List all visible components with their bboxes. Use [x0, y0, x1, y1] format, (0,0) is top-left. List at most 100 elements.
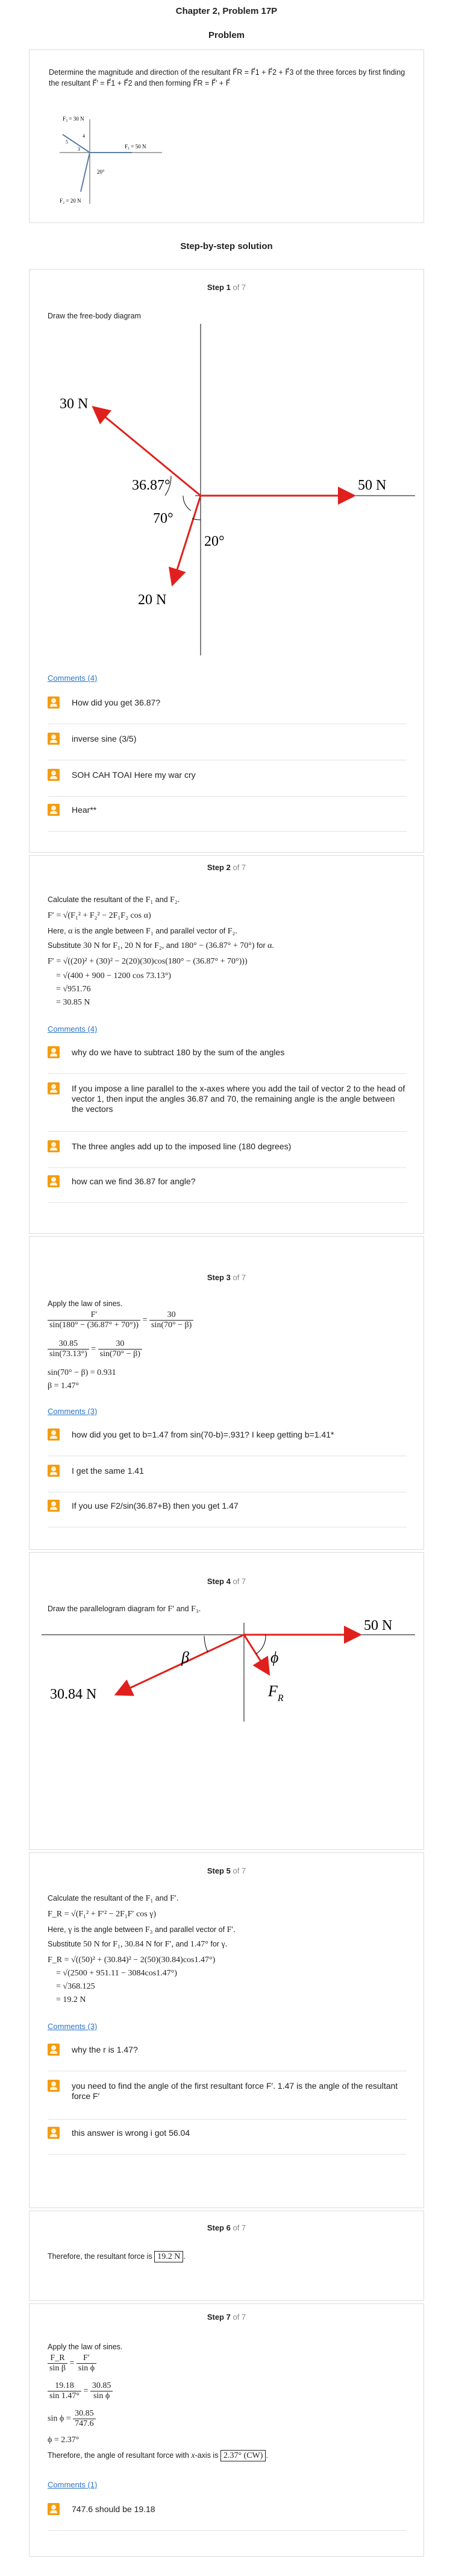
fbd-label-30n: 30 N — [60, 396, 88, 412]
avatar[interactable] — [48, 2044, 60, 2056]
comment: this answer is wrong i got 56.04 — [48, 2127, 407, 2155]
step-5-line-3: Substitute 50 N for F₁, 30.84 N for F′, … — [48, 1940, 227, 1949]
math: 180° − (36.87° + 70°) — [181, 941, 255, 950]
avatar[interactable] — [48, 2503, 60, 2515]
frac-den: sin(73.13°) — [49, 1350, 87, 1359]
step-4-header: Step 4 of 7 — [30, 1577, 423, 1586]
frac-num: 30.85 — [48, 1339, 89, 1350]
step-5-header: Step 5 of 7 — [30, 1866, 423, 1875]
math: 1.47° — [190, 1940, 208, 1949]
comment-text: Hear** — [72, 805, 97, 815]
step-2-eq-4: = √951.76 — [56, 985, 91, 994]
equals: = — [142, 1315, 148, 1325]
step-7-header: Step 7 of 7 — [30, 2312, 423, 2322]
math: F₂, — [154, 941, 164, 950]
math: F₂. — [170, 895, 180, 904]
step-4-card: Step 4 of 7 Draw the parallelogram diagr… — [29, 1552, 424, 1850]
fig-label-4: 4 — [83, 133, 85, 139]
avatar[interactable] — [48, 2127, 60, 2139]
text: Substitute — [48, 941, 81, 950]
math: F′, — [164, 1940, 173, 1949]
page-title: Chapter 2, Problem 17P — [175, 6, 278, 16]
avatar[interactable] — [48, 769, 60, 781]
step-1-card: Step 1 of 7 Draw the free-body diagram 3… — [29, 269, 424, 853]
comment-text: why the r is 1.47? — [72, 2045, 138, 2054]
text: Here, — [48, 1925, 66, 1934]
comment: how did you get to b=1.47 from sin(70-b)… — [48, 1428, 407, 1456]
answer-box: 19.2 N — [154, 2251, 184, 2262]
step-5-eq-4: = √368.125 — [56, 1982, 95, 1991]
step-5-card: Step 5 of 7 Calculate the resultant of t… — [29, 1852, 424, 2208]
comment: How did you get 36.87? — [48, 696, 407, 724]
frac-num: 30.85 — [73, 2409, 96, 2419]
math: F₃. — [191, 1605, 201, 1614]
step-2-comments-link[interactable]: Comments (4) — [48, 1024, 97, 1034]
step-5-line-1: Calculate the resultant of the F₁ and F′… — [48, 1894, 178, 1904]
fig-label-f1: F₁ = 50 N — [125, 144, 146, 150]
avatar[interactable] — [48, 696, 60, 709]
para-label-50n: 50 N — [364, 1619, 392, 1634]
frac-den: sin(70° − β) — [151, 1321, 192, 1330]
para-label-beta: β — [181, 1649, 189, 1666]
fig-label-5: 5 — [66, 139, 68, 145]
para-label-phi: ϕ — [270, 1649, 278, 1666]
frac-num: 30.85 — [90, 2381, 113, 2391]
step-3-eq-1: F′ sin(180° − (36.87° + 70°)) = 30 sin(70°… — [48, 1310, 194, 1330]
step-label: Step 5 — [207, 1866, 231, 1875]
math: F₃ — [145, 1925, 153, 1934]
comment-text: How did you get 36.87? — [72, 698, 161, 707]
comment: I get the same 1.41 — [48, 1465, 407, 1492]
comment: how can we find 36.87 for angle? — [48, 1175, 407, 1203]
avatar[interactable] — [48, 2080, 60, 2092]
frac-num: 30 — [149, 1310, 194, 1321]
comment-text: If you use F2/sin(36.87+B) then you get … — [72, 1501, 239, 1511]
text: Here, — [48, 927, 66, 935]
comment-text: I get the same 1.41 — [72, 1466, 144, 1476]
avatar[interactable] — [48, 1465, 60, 1477]
comment-text: how did you get to b=1.47 from sin(70-b)… — [72, 1430, 334, 1439]
comment-text: why do we have to subtract 180 by the su… — [72, 1047, 285, 1057]
step-1-header: Step 1 of 7 — [30, 283, 423, 292]
comment: The three angles add up to the imposed l… — [48, 1140, 407, 1168]
step-of: of 7 — [233, 2223, 246, 2232]
math: γ — [68, 1925, 72, 1934]
avatar[interactable] — [48, 1140, 60, 1152]
text: and — [166, 941, 179, 950]
avatar[interactable] — [48, 1500, 60, 1512]
equals: = — [91, 1344, 96, 1354]
avatar[interactable] — [48, 1428, 60, 1441]
fr: F — [267, 1682, 278, 1700]
step-label: Step 7 — [207, 2312, 231, 2322]
step-3-eq-3: sin(70° − β) = 0.931 — [48, 1368, 116, 1377]
step-2-eq-1: F′ = √(F₁² + F₂² − 2F₁F₂ cos α) — [48, 911, 151, 920]
step-label: Step 3 — [207, 1273, 231, 1282]
text: Therefore, the resultant force is — [48, 2252, 152, 2261]
avatar[interactable] — [48, 1082, 60, 1094]
avatar[interactable] — [48, 1046, 60, 1058]
math: F₁ — [145, 1894, 154, 1903]
avatar[interactable] — [48, 733, 60, 745]
math: 50 N — [83, 1940, 100, 1949]
text: Calculate the resultant of the — [48, 895, 144, 904]
step-2-eq-2: F′ = √((20)² + (30)² − 2(20)(30)cos(180°… — [48, 957, 248, 966]
fig-label-f3: F₃ = 30 N — [63, 116, 84, 122]
math: α. — [267, 941, 274, 950]
step-5-comments-link[interactable]: Comments (3) — [48, 2022, 97, 2031]
comment: why do we have to subtract 180 by the su… — [48, 1046, 407, 1074]
avatar[interactable] — [48, 804, 60, 816]
frac-num: F_R — [48, 2353, 67, 2364]
step-2-header: Step 2 of 7 — [30, 863, 423, 872]
text: for — [102, 941, 111, 950]
step-label: Step 1 — [207, 283, 231, 292]
fig-label-3: 3 — [78, 147, 80, 152]
frac-den: sin ϕ — [78, 2364, 95, 2373]
step-7-comments-link[interactable]: Comments (1) — [48, 2480, 97, 2489]
math: F₂. — [227, 927, 237, 936]
avatar[interactable] — [48, 1175, 60, 1187]
text: and parallel vector of — [155, 927, 226, 935]
math: F₁ — [146, 927, 154, 936]
step-3-comments-link[interactable]: Comments (3) — [48, 1407, 97, 1416]
problem-figure: F₃ = 30 N F₁ = 50 N F₂ = 20 N 20° 5 3 4 — [60, 116, 162, 204]
step-1-comments-link[interactable]: Comments (4) — [48, 674, 97, 683]
frac-den: sin β — [49, 2364, 66, 2373]
